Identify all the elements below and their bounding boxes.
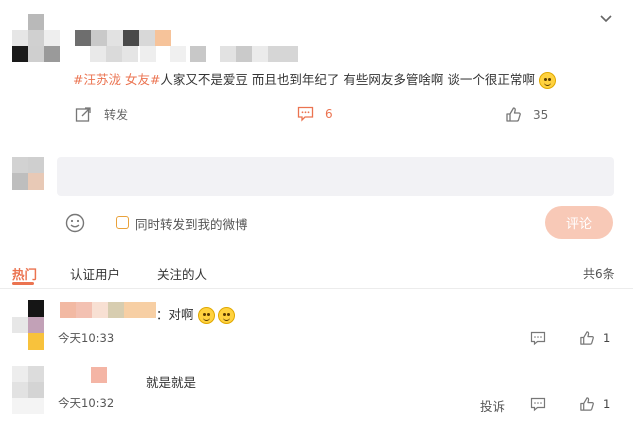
comment-avatar[interactable] <box>12 366 44 414</box>
emoji-picker-icon[interactable] <box>64 212 86 234</box>
comment-input[interactable] <box>57 157 614 196</box>
comment-avatar[interactable] <box>12 300 44 350</box>
comment-author[interactable] <box>60 302 156 318</box>
tab-following[interactable]: 关注的人 <box>157 264 207 283</box>
post-text: 人家又不是爱豆 而且也到年纪了 有些网友多管啥啊 谈一个很正常啊 <box>160 72 535 87</box>
reply-icon[interactable] <box>529 330 547 346</box>
comment-time: 今天10:32 <box>58 396 115 410</box>
smile-emoji-icon <box>197 307 215 324</box>
submit-comment-button[interactable]: 评论 <box>545 206 613 239</box>
thumbs-up-icon <box>579 396 595 412</box>
comment-text-content: ：对啊 <box>156 307 194 322</box>
repost-icon <box>75 106 92 123</box>
comment-text: 就是就是 <box>146 375 197 390</box>
comment-like-count: 1 <box>603 331 611 345</box>
post-meta <box>90 46 320 62</box>
active-tab-indicator <box>12 282 34 285</box>
poster-avatar[interactable] <box>12 14 60 62</box>
repost-button[interactable]: 转发 <box>75 106 128 123</box>
my-avatar[interactable] <box>12 157 44 190</box>
comment-count: 6 <box>325 107 333 121</box>
post-content: #汪苏泷 女友#人家又不是爱豆 而且也到年纪了 有些网友多管啥啊 谈一个很正常啊 <box>73 69 556 89</box>
tab-verified-users[interactable]: 认证用户 <box>70 264 120 283</box>
topic-tag[interactable]: #汪苏泷 女友# <box>73 72 160 87</box>
chevron-down-icon[interactable] <box>596 11 616 27</box>
thumbs-up-icon <box>505 106 522 123</box>
comment-time: 今天10:33 <box>58 331 115 345</box>
comment-icon <box>297 106 314 122</box>
report-link[interactable]: 投诉 <box>480 396 505 415</box>
comment-text: ：对啊 <box>156 304 236 324</box>
poster-name[interactable] <box>75 30 175 46</box>
repost-option-label[interactable]: 同时转发到我的微博 <box>135 214 248 233</box>
repost-checkbox[interactable] <box>116 216 129 229</box>
smirk-emoji-icon <box>538 72 556 89</box>
like-button[interactable]: 35 <box>505 106 548 123</box>
comment-like-count: 1 <box>603 397 611 411</box>
repost-label: 转发 <box>104 108 129 122</box>
smile-emoji-icon <box>218 307 236 324</box>
divider <box>0 288 633 289</box>
comment-author[interactable] <box>91 367 107 383</box>
thumbs-up-icon <box>579 330 595 346</box>
comment-button[interactable]: 6 <box>297 106 333 122</box>
comment-like-button[interactable]: 1 <box>579 330 610 346</box>
tab-hot[interactable]: 热门 <box>12 264 37 283</box>
comment-like-button[interactable]: 1 <box>579 396 610 412</box>
comment-total: 共6条 <box>583 267 615 281</box>
reply-icon[interactable] <box>529 396 547 412</box>
like-count: 35 <box>533 107 549 122</box>
